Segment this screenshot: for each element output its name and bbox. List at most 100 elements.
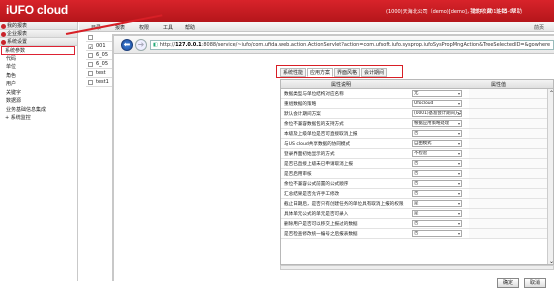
- property-value-select[interactable]: 否: [412, 190, 462, 197]
- tab-application-scheme[interactable]: 应用方案: [307, 68, 334, 77]
- row-checkbox[interactable]: [88, 71, 93, 76]
- property-name: 默认会计期间方案: [284, 112, 321, 117]
- property-value-select[interactable]: 不检验: [412, 150, 462, 157]
- property-value-select[interactable]: 否: [412, 220, 462, 227]
- row-blank-cell: [469, 159, 547, 168]
- sidebar-item-role[interactable]: 角色: [0, 72, 77, 81]
- row-blank-cell: [469, 209, 547, 218]
- property-name: 余位不兼容数据包的支持方式: [284, 122, 344, 127]
- forward-button[interactable]: ➜: [135, 39, 147, 51]
- tab-system-performance[interactable]: 系统性能: [280, 68, 307, 77]
- help-link[interactable]: 帮助: [511, 9, 522, 15]
- table-row: 删除用户是否可以移交上报过的数据 否: [281, 219, 547, 229]
- logout-link[interactable]: 注销: [496, 9, 507, 15]
- scroll-down-icon[interactable]: ⌄: [549, 258, 553, 264]
- property-name: 重组数据的策略: [284, 102, 317, 107]
- folder-icon: [1, 31, 6, 37]
- row-blank-cell: [469, 139, 547, 148]
- cancel-button[interactable]: 取消: [524, 278, 546, 288]
- property-value-select[interactable]: 是: [412, 210, 462, 217]
- property-name: 余位不兼容公式前置的公式顺序: [284, 182, 349, 187]
- menu-toolbar: 目录 报表 权限 工具 帮助: [79, 22, 554, 32]
- property-name: 截止日期后，是否只有创建任务的单位具有取消上报的权限: [284, 202, 404, 207]
- row-blank-cell: [469, 89, 547, 98]
- table-row: 重组数据的策略 Ufocloud: [281, 99, 547, 109]
- property-name: 登录界面初始显示的方式: [284, 152, 335, 157]
- property-value-select[interactable]: 否: [412, 230, 462, 237]
- table-row: 截止日期后，是否只有创建任务的单位具有取消上报的权限 是: [281, 199, 547, 209]
- property-value-select[interactable]: Ufocloud: [412, 100, 462, 107]
- sidebar-item-business-info[interactable]: 业务基础信息集成: [0, 106, 77, 115]
- property-value-select[interactable]: 根据应用策略处理: [412, 120, 462, 127]
- row-checkbox[interactable]: [88, 35, 93, 40]
- sidebar-item-system-params[interactable]: 系统参数: [1, 46, 75, 55]
- row-blank-cell: [469, 119, 547, 128]
- property-name: 是否已直接上级未已申请取消上报: [284, 162, 353, 167]
- browser-dialog: ⬅ ➜ ◧ http://127.0.0.1:8088/service/~iufo…: [112, 34, 554, 288]
- header-links: 我的收藏 注销 帮助: [470, 7, 526, 15]
- sidebar-item-user[interactable]: 用户: [0, 80, 77, 89]
- back-button[interactable]: ⬅: [121, 39, 133, 51]
- vertical-scrollbar[interactable]: ⌃ ⌄: [547, 89, 553, 264]
- property-name: 汇总结果是否允许手工修改: [284, 192, 340, 197]
- sidebar-item-datasource[interactable]: 数据源: [0, 97, 77, 106]
- property-value-select[interactable]: 是: [412, 200, 462, 207]
- property-name: 具体单元公式的单元是否可录入: [284, 212, 349, 217]
- horizontal-scrollbar[interactable]: [280, 265, 554, 270]
- row-blank-cell: [469, 129, 547, 138]
- sidebar-item-code[interactable]: 代码: [0, 55, 77, 64]
- menu-help[interactable]: 帮助: [185, 24, 195, 31]
- property-value-select[interactable]: 无: [412, 90, 462, 97]
- table-row: 是否检查修改统一编号之后报表数据 否: [281, 229, 547, 239]
- property-value-select[interactable]: 自由模式: [412, 140, 462, 147]
- tab-ui-style[interactable]: 界面风格: [334, 68, 361, 77]
- sidebar-section-system-settings[interactable]: 系统设置: [0, 38, 77, 46]
- table-row: 与US cloud共享数据的协同模式 自由模式: [281, 139, 547, 149]
- scroll-up-icon[interactable]: ⌃: [549, 90, 553, 97]
- back-arrow-icon: ⬅: [123, 40, 131, 49]
- property-value-select[interactable]: 否: [412, 130, 462, 137]
- menu-report[interactable]: 报表: [115, 24, 125, 31]
- property-name: 删除用户是否可以移交上报过的数据: [284, 222, 358, 227]
- property-name: 本级及上级单位是否可直接取消上报: [284, 132, 358, 137]
- ok-button[interactable]: 确定: [497, 278, 519, 288]
- property-value-select[interactable]: 否: [412, 170, 462, 177]
- column-header-value: 属性值: [491, 82, 507, 88]
- row-checkbox[interactable]: [88, 62, 93, 67]
- table-row: 是否启用审核 否: [281, 169, 547, 179]
- top-header: iUFO cloud (1000)天海北公司（demo)[demo]，您好！20…: [0, 0, 554, 22]
- property-table: 属性说明 属性值 数据类型与单位结构对应名称 无重组数据的策略 Ufocloud 默认…: [280, 79, 554, 265]
- table-row: 登录界面初始显示的方式 不检验: [281, 149, 547, 159]
- page-icon: ◧: [153, 42, 158, 48]
- row-blank-cell: [469, 219, 547, 228]
- sidebar-item-keyword[interactable]: 关键字: [0, 89, 77, 98]
- sidebar-section-my-reports[interactable]: 我的报表: [0, 22, 77, 30]
- property-value-select[interactable]: 否: [412, 180, 462, 187]
- row-checkbox[interactable]: [88, 53, 93, 58]
- table-row: 余位不兼容公式前置的公式顺序 否: [281, 179, 547, 189]
- favorites-link[interactable]: 我的收藏: [470, 9, 492, 15]
- forward-arrow-icon: ➜: [137, 40, 145, 49]
- property-value-select[interactable]: 否: [412, 160, 462, 167]
- sidebar-item-system-monitor[interactable]: + 系统监控: [0, 114, 77, 123]
- table-row: 默认会计期间方案 (0001)基准会计期间方案: [281, 109, 547, 119]
- tab-accounting-period[interactable]: 会计期间: [361, 68, 388, 77]
- menu-tools[interactable]: 工具: [163, 24, 173, 31]
- property-value-select[interactable]: (0001)基准会计期间方案: [412, 110, 462, 117]
- row-blank-cell: [469, 169, 547, 178]
- sidebar-item-unit[interactable]: 单位: [0, 63, 77, 72]
- folder-icon: [1, 39, 6, 45]
- table-header: 属性说明 属性值: [281, 80, 553, 89]
- row-blank-cell: [469, 199, 547, 208]
- row-checkbox[interactable]: [88, 80, 93, 85]
- menu-permission[interactable]: 权限: [139, 24, 149, 31]
- column-header-description: 属性说明: [331, 82, 352, 88]
- table-row: 汇总结果是否允许手工修改 否: [281, 189, 547, 199]
- row-blank-cell: [469, 179, 547, 188]
- property-name: 是否检查修改统一编号之后报表数据: [284, 232, 358, 237]
- address-bar-area: ⬅ ➜ ◧ http://127.0.0.1:8088/service/~iufo…: [114, 36, 554, 54]
- table-row: 数据类型与单位结构对应名称 无: [281, 89, 547, 99]
- url-input[interactable]: ◧ http://127.0.0.1:8088/service/~iufo/com…: [150, 40, 554, 50]
- app-logo: iUFO cloud: [6, 3, 68, 17]
- prev-page-link[interactable]: 前页: [534, 24, 554, 32]
